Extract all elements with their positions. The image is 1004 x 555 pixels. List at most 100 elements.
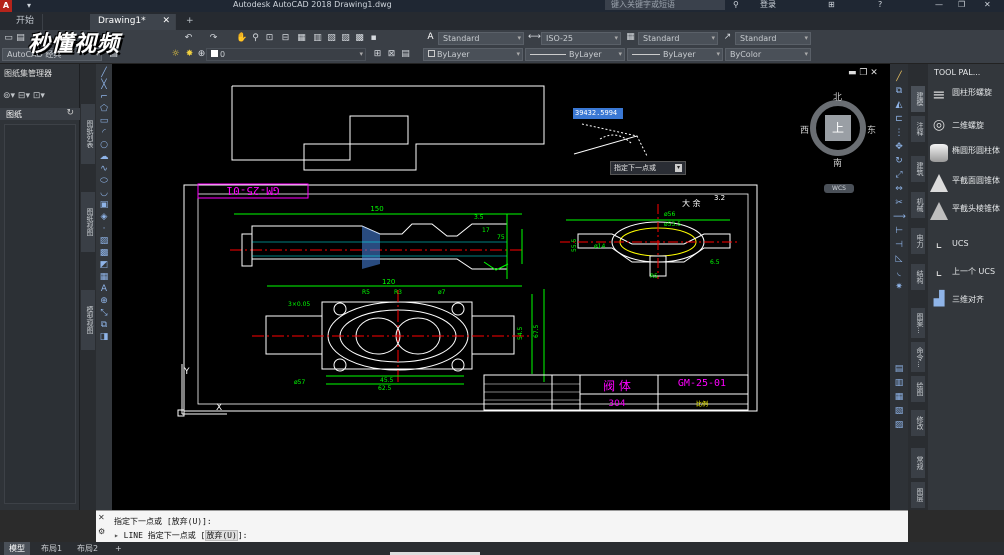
- search-box[interactable]: 键入关键字或短语: [605, 0, 725, 10]
- design-center-icon[interactable]: ▥: [312, 33, 323, 44]
- insert-block-icon[interactable]: ▣: [98, 200, 110, 211]
- line-tool-icon[interactable]: ╱: [98, 68, 110, 79]
- tooltip-down-icon[interactable]: ▾: [675, 164, 682, 172]
- ptab-structural[interactable]: 结构: [911, 264, 925, 290]
- viewport-controls[interactable]: ▬ ❐ ✕: [848, 68, 878, 78]
- table-style-dropdown[interactable]: Standard ▾: [638, 32, 718, 45]
- quick-access-arrow-icon[interactable]: ▾: [27, 1, 31, 11]
- move-icon[interactable]: ✥: [893, 142, 905, 153]
- command-option-undo[interactable]: 放弃(U): [205, 530, 238, 541]
- lineweight-dropdown[interactable]: ByLayer ▾: [627, 48, 723, 61]
- drawing-canvas[interactable]: GM-25-01 150 3.5 17 75 ø56 ø53.5 ø14 55.…: [112, 64, 890, 510]
- ptab-architecture[interactable]: 建筑: [911, 156, 925, 182]
- chamfer-icon[interactable]: ◺: [893, 254, 905, 265]
- circle-icon[interactable]: ○: [98, 140, 110, 151]
- vtab-sheet-list[interactable]: 图纸列表: [81, 104, 95, 164]
- trim-icon[interactable]: ✂: [893, 198, 905, 209]
- panel-toolbar-icons[interactable]: ⊚▾ ⊟▾ ⊡▾: [3, 91, 45, 101]
- draworder-above-icon[interactable]: ▧: [893, 406, 905, 417]
- draworder-under-icon[interactable]: ▨: [893, 420, 905, 431]
- refresh-icon[interactable]: ↻: [66, 108, 74, 118]
- make-block-icon[interactable]: ◈: [98, 212, 110, 223]
- tab-layout2[interactable]: 布局2: [72, 542, 103, 555]
- ptab-hatches[interactable]: 图案...: [911, 308, 925, 338]
- ellipse-arc-icon[interactable]: ◡: [98, 188, 110, 199]
- title-block[interactable]: 阀 体 304 GM-25-01 比例: [483, 374, 749, 411]
- polyline-icon[interactable]: ⌐: [98, 92, 110, 103]
- ptab-commands[interactable]: 命令...: [911, 342, 925, 372]
- tool-palettes-icon[interactable]: ▧: [326, 33, 337, 44]
- palette-item-frustum-cone[interactable]: 平截面圆锥体: [930, 174, 1002, 198]
- viewcube-face-top[interactable]: 上: [825, 115, 851, 141]
- ptab-general[interactable]: 常规: [911, 448, 925, 478]
- layer-dropdown[interactable]: 0 ▾: [206, 48, 366, 61]
- join-icon[interactable]: ⊣: [893, 240, 905, 251]
- exchange-icon[interactable]: ⊞: [828, 0, 835, 10]
- sheet-list[interactable]: [4, 124, 76, 504]
- properties-icon[interactable]: ▦: [296, 33, 307, 44]
- ptab-electrical[interactable]: 电力: [911, 228, 925, 254]
- vtab-sheet-views[interactable]: 图纸视图: [81, 192, 95, 252]
- tab-add-layout[interactable]: +: [110, 542, 127, 555]
- signin-link[interactable]: 登录: [760, 0, 776, 10]
- color-dropdown[interactable]: ByLayer ▾: [423, 48, 523, 61]
- polygon-icon[interactable]: ⬠: [98, 104, 110, 115]
- drawing-border[interactable]: [183, 184, 758, 412]
- mleader-style-icon[interactable]: ↗: [722, 32, 733, 43]
- point-icon[interactable]: ·: [98, 224, 110, 235]
- layer-on-icon[interactable]: ☼: [170, 49, 181, 60]
- layer-match-icon[interactable]: ▤: [400, 49, 411, 60]
- new-file-icon[interactable]: ▭: [3, 33, 14, 44]
- layer-previous-icon[interactable]: ⊠: [386, 49, 397, 60]
- ptab-mechanical[interactable]: 机械: [911, 192, 925, 218]
- region-icon[interactable]: ◩: [98, 260, 110, 271]
- palette-item-elliptical-cylinder[interactable]: 椭圆形圆柱体: [930, 144, 1002, 168]
- restore-icon[interactable]: ❐: [958, 0, 965, 10]
- side-view[interactable]: ø56 ø53.5 ø14 55.5 R5 6.5 大 余 3.2: [560, 194, 738, 280]
- draworder-front-icon[interactable]: ▥: [893, 378, 905, 389]
- compass-south[interactable]: 南: [833, 156, 842, 169]
- rotate-icon[interactable]: ↻: [893, 156, 905, 167]
- fillet-icon[interactable]: ◟: [893, 268, 905, 279]
- mirror-object-icon[interactable]: ◭: [893, 100, 905, 111]
- ptab-layers[interactable]: 图层: [911, 482, 925, 508]
- construction-polyline[interactable]: [231, 85, 545, 171]
- tab-close-icon[interactable]: ✕: [162, 14, 170, 29]
- palette-item-2d-helix[interactable]: ◎ 二维螺旋: [930, 116, 1002, 136]
- undo-icon[interactable]: ↶: [183, 33, 194, 44]
- text-style-icon[interactable]: A: [425, 32, 436, 43]
- zoom-window-icon[interactable]: ⊡: [264, 33, 275, 44]
- extend-icon[interactable]: ⟶: [893, 212, 906, 223]
- table-icon[interactable]: ▦: [98, 272, 110, 283]
- minimize-icon[interactable]: —: [935, 0, 943, 10]
- help-icon[interactable]: ?: [878, 0, 882, 10]
- stretch-icon[interactable]: ⤡: [98, 308, 110, 319]
- rectangle-icon[interactable]: ▭: [98, 116, 110, 127]
- close-icon[interactable]: ✕: [984, 0, 991, 10]
- palette-item-previous-ucs[interactable]: ⌞ 上一个 UCS: [930, 262, 1002, 282]
- dim-style-icon[interactable]: ⟷: [528, 32, 541, 43]
- arc-icon[interactable]: ◜: [98, 128, 110, 139]
- tab-layout1[interactable]: 布局1: [36, 542, 67, 555]
- new-tab-button[interactable]: +: [178, 14, 202, 30]
- array-icon[interactable]: ⋮: [893, 128, 905, 139]
- palette-item-helix-cylinder[interactable]: ≡ 圆柱形螺旋: [930, 86, 1002, 106]
- command-input[interactable]: ▸ LINE 指定下一点或 [放弃(U)]:: [114, 530, 894, 541]
- draworder-icon[interactable]: ▤: [893, 364, 905, 375]
- open-file-icon[interactable]: ▤: [15, 33, 26, 44]
- dynamic-input-field[interactable]: 39432.5994: [573, 108, 623, 119]
- front-view[interactable]: 150 3.5 17 75: [230, 205, 524, 279]
- revcloud-icon[interactable]: ☁: [98, 152, 110, 163]
- ptab-modify[interactable]: 修改: [911, 410, 925, 436]
- offset-icon[interactable]: ⊏: [893, 114, 905, 125]
- draworder-back-icon[interactable]: ▦: [893, 392, 905, 403]
- compass-north[interactable]: 北: [833, 90, 842, 103]
- sheet-set-icon[interactable]: ▨: [340, 33, 351, 44]
- palette-item-3d-align[interactable]: ▟ 三维对齐: [930, 290, 1002, 310]
- table-style-icon[interactable]: ▦: [625, 32, 636, 43]
- compass-east[interactable]: 东: [867, 123, 876, 136]
- ptab-annotation[interactable]: 注释: [911, 116, 925, 142]
- ptab-draw[interactable]: 绘图: [911, 376, 925, 402]
- linetype-dropdown[interactable]: ByLayer ▾: [525, 48, 625, 61]
- mirror-icon[interactable]: ◨: [98, 332, 110, 343]
